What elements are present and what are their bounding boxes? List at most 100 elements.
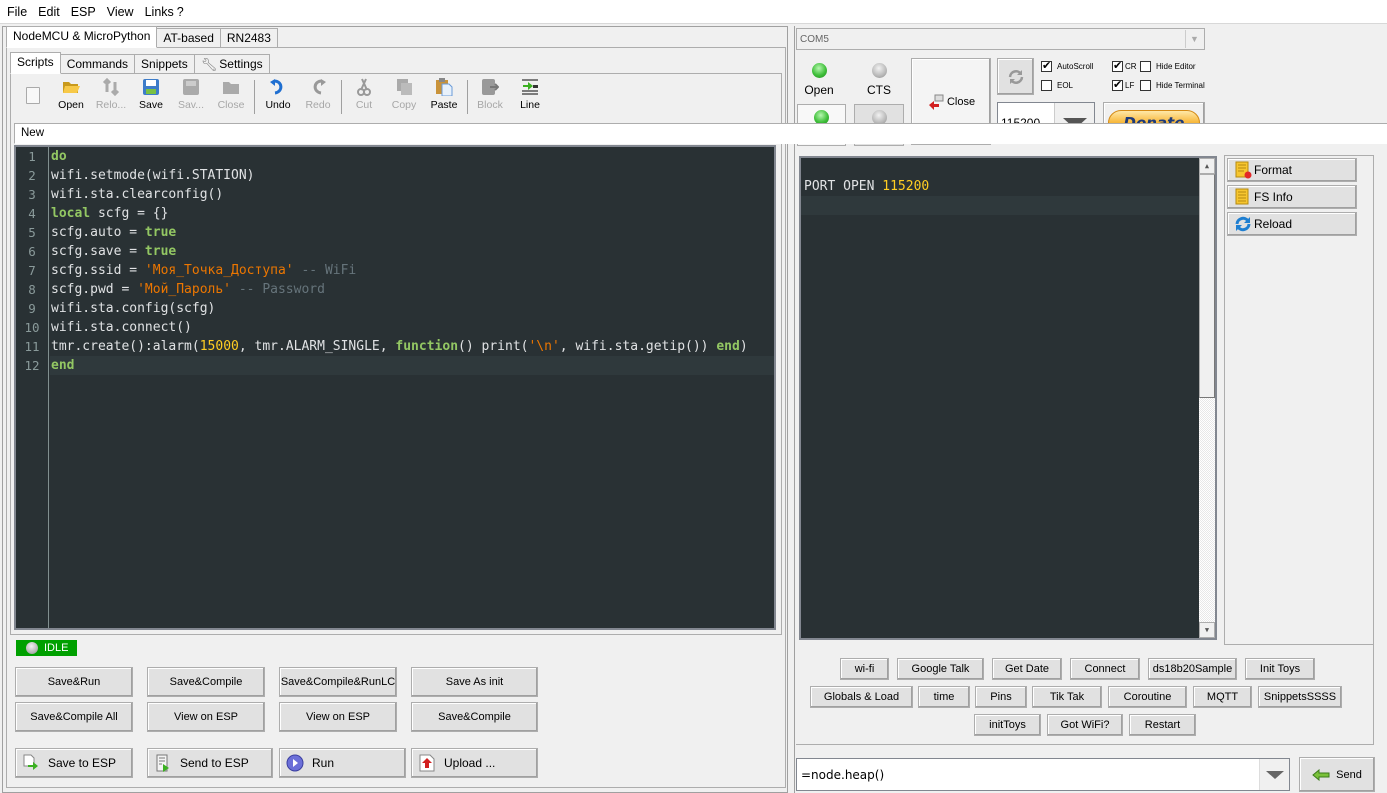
tab-snippets[interactable]: Snippets	[134, 54, 195, 74]
close-file-button[interactable]: Close	[212, 76, 250, 116]
code-line[interactable]: wifi.setmode(wifi.STATION)	[50, 166, 774, 185]
tab-settings[interactable]: 🔧︎ Settings	[193, 54, 270, 74]
menu-edit[interactable]: Edit	[38, 5, 60, 19]
code-area[interactable]: do wifi.setmode(wifi.STATION) wifi.sta.cle…	[50, 147, 774, 375]
snippet-connect-button[interactable]: Connect	[1070, 658, 1140, 680]
tab-at-based[interactable]: AT-based	[156, 28, 221, 48]
snippet-pins-button[interactable]: Pins	[975, 686, 1027, 708]
terminal-scrollbar[interactable]: ▲ ▼	[1199, 158, 1215, 638]
run-button[interactable]: Run	[279, 748, 406, 778]
send-to-esp-icon	[156, 754, 169, 772]
eol-checkbox[interactable]: EOL	[1041, 80, 1073, 91]
save-compile-button[interactable]: Save&Compile	[147, 667, 265, 697]
chevron-down-icon[interactable]: ▼	[1185, 30, 1203, 48]
reload-button[interactable]: Relo...	[92, 76, 130, 116]
snippet-restart-button[interactable]: Restart	[1129, 714, 1196, 736]
line-button[interactable]: Line	[511, 76, 549, 116]
snippet-init-toys-button[interactable]: Init Toys	[1245, 658, 1315, 680]
snippet-mqtt-button[interactable]: MQTT	[1193, 686, 1252, 708]
code-line[interactable]: do	[50, 147, 774, 166]
redo-icon	[313, 79, 326, 95]
cut-button[interactable]: Cut	[345, 76, 383, 116]
snippet-snippetsssss-button[interactable]: SnippetsSSSS	[1258, 686, 1342, 708]
open-button[interactable]: Open	[52, 76, 90, 116]
string-token: 'Мой_Пароль'	[137, 282, 232, 297]
block-button[interactable]: Block	[471, 76, 509, 116]
tab-scripts[interactable]: Scripts	[10, 52, 61, 74]
save-button[interactable]: Save	[132, 76, 170, 116]
snippet-inittoys-button[interactable]: initToys	[974, 714, 1041, 736]
save-as-init-button[interactable]: Save As init	[411, 667, 538, 697]
menu-esp[interactable]: ESP	[71, 5, 96, 19]
command-input[interactable]	[797, 767, 1259, 782]
redo-button[interactable]: Redo	[299, 76, 337, 116]
scroll-down-arrow[interactable]: ▼	[1199, 622, 1215, 638]
refresh-ports-button[interactable]	[997, 58, 1034, 95]
tab-rn2483[interactable]: RN2483	[219, 28, 278, 48]
undo-button[interactable]: Undo	[259, 76, 297, 116]
code-line[interactable]: local scfg = {}	[50, 204, 774, 223]
snippet-ds18b20-button[interactable]: ds18b20Sample	[1148, 658, 1237, 680]
view-on-esp-button-2[interactable]: View on ESP	[279, 702, 397, 732]
menu-view[interactable]: View	[107, 5, 134, 19]
menu-links[interactable]: Links	[145, 5, 174, 19]
new-file-button[interactable]	[14, 76, 52, 116]
command-combobox[interactable]	[796, 758, 1290, 791]
lf-checkbox[interactable]: LF	[1112, 78, 1134, 91]
cr-checkbox[interactable]: CR	[1112, 59, 1137, 72]
format-button[interactable]: Format	[1227, 158, 1357, 182]
snippet-coroutine-button[interactable]: Coroutine	[1108, 686, 1187, 708]
hide-editor-checkbox[interactable]: Hide Editor	[1140, 61, 1196, 72]
snippet-globals-load-button[interactable]: Globals & Load	[810, 686, 913, 708]
scroll-up-arrow[interactable]: ▲	[1199, 158, 1215, 174]
tab-commands[interactable]: Commands	[59, 54, 136, 74]
save-icon	[143, 79, 159, 95]
snippet-google-talk-button[interactable]: Google Talk	[897, 658, 984, 680]
code-line[interactable]: wifi.sta.connect()	[50, 318, 774, 337]
code-line[interactable]: tmr.create():alarm(15000, tmr.ALARM_SING…	[50, 337, 774, 356]
save-as-button[interactable]: Sav...	[172, 76, 210, 116]
save-to-esp-button[interactable]: Save to ESP	[15, 748, 133, 778]
keyword-token: true	[144, 244, 177, 259]
file-tab-new[interactable]: New	[14, 123, 1387, 144]
code-line[interactable]: wifi.sta.clearconfig()	[50, 185, 774, 204]
snippet-got-wifi-button[interactable]: Got WiFi?	[1047, 714, 1123, 736]
menu-file[interactable]: File	[7, 5, 27, 19]
snippet-wifi-button[interactable]: wi-fi	[840, 658, 889, 680]
copy-button[interactable]: Copy	[385, 76, 423, 116]
open-indicator[interactable]: Open	[797, 57, 841, 99]
hide-terminal-checkbox[interactable]: Hide Terminal	[1140, 80, 1205, 91]
save-compile-button-2[interactable]: Save&Compile	[411, 702, 538, 732]
cts-led-icon	[871, 63, 887, 78]
snippet-tik-tak-button[interactable]: Tik Tak	[1032, 686, 1102, 708]
snippet-get-date-button[interactable]: Get Date	[992, 658, 1062, 680]
tab-nodemcu[interactable]: NodeMCU & MicroPython	[6, 26, 158, 48]
code-editor[interactable]: 1 2 3 4 5 6 7 8 9 10 11 12 do wifi.setmode(wifi.STAT…	[14, 145, 776, 630]
send-to-esp-button[interactable]: Send to ESP	[147, 748, 273, 778]
code-line[interactable]: scfg.auto = true	[50, 223, 774, 242]
view-on-esp-button[interactable]: View on ESP	[147, 702, 265, 732]
chevron-down-icon[interactable]	[1259, 759, 1289, 790]
fs-info-button[interactable]: FS Info	[1227, 185, 1357, 209]
code-line[interactable]: scfg.pwd = 'Мой_Пароль' -- Password	[50, 280, 774, 299]
send-button[interactable]: Send	[1299, 757, 1375, 792]
save-compile-runlc-button[interactable]: Save&Compile&RunLC	[279, 667, 397, 697]
autoscroll-checkbox[interactable]: AutoScroll	[1041, 59, 1093, 72]
save-run-button[interactable]: Save&Run	[15, 667, 133, 697]
code-line[interactable]: scfg.ssid = 'Моя_Точка_Доступа' -- WiFi	[50, 261, 774, 280]
reload-fs-button[interactable]: Reload	[1227, 212, 1357, 236]
code-line[interactable]: scfg.save = true	[50, 242, 774, 261]
code-line[interactable]: wifi.sta.config(scfg)	[50, 299, 774, 318]
save-compile-all-button[interactable]: Save&Compile All	[15, 702, 133, 732]
code-line[interactable]: end	[50, 356, 774, 375]
menu-help[interactable]: ?	[177, 5, 184, 19]
paste-button[interactable]: Paste	[425, 76, 463, 116]
scrollbar-thumb[interactable]	[1199, 174, 1215, 398]
terminal-output[interactable]: PORT OPEN 115200 ▲ ▼	[799, 156, 1217, 640]
port-select[interactable]: COM5 ▼	[796, 28, 1205, 50]
snippet-time-button[interactable]: time	[918, 686, 970, 708]
terminal-baud: 115200	[882, 179, 930, 194]
code-token: , tmr.ALARM_SINGLE,	[238, 339, 396, 354]
upload-button[interactable]: Upload ...	[411, 748, 538, 778]
new-file-icon	[26, 87, 40, 104]
